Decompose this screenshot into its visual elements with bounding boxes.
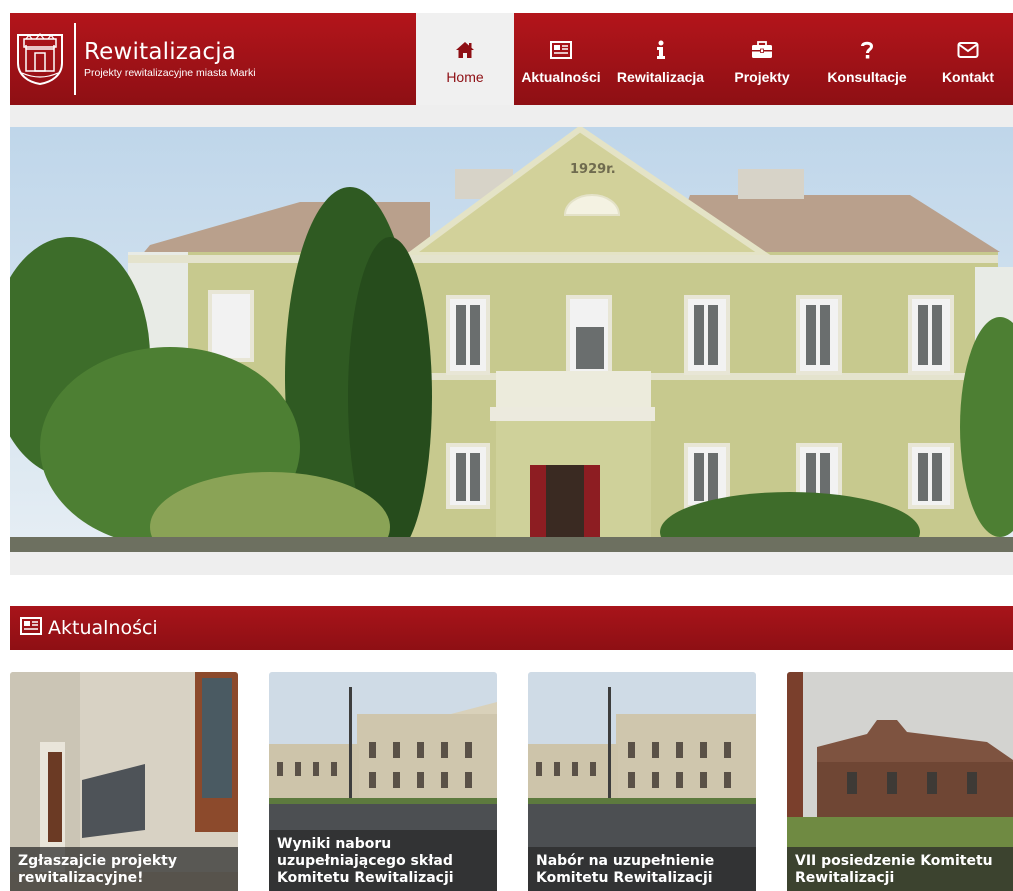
- brand-divider: [74, 23, 76, 95]
- nav-home[interactable]: Home: [416, 13, 514, 105]
- nav-home-label: Home: [446, 69, 484, 85]
- nav-projekty[interactable]: Projekty: [713, 13, 811, 105]
- nav-kontakt-label: Kontakt: [941, 69, 995, 85]
- news-card[interactable]: Zgłaszajcie projekty rewitalizacyjne!: [10, 672, 238, 891]
- envelope-icon: [957, 37, 979, 63]
- news-section-header: Aktualności: [10, 606, 1013, 650]
- nav-rewitalizacja[interactable]: Rewitalizacja: [608, 13, 713, 105]
- brand-logo-link[interactable]: Rewitalizacja Projekty rewitalizacyjne m…: [10, 13, 416, 105]
- hero-image: 1929r.: [10, 127, 1013, 552]
- news-card-title: Wyniki naboru uzupełniającego skład Komi…: [269, 830, 497, 891]
- nav-konsultacje[interactable]: Konsultacje: [811, 13, 923, 105]
- nav-aktualnosci-label: Aktualności: [521, 69, 601, 85]
- news-card[interactable]: Nabór na uzupełnienie Komitetu Rewitaliz…: [528, 672, 756, 891]
- news-section-title: Aktualności: [48, 617, 158, 639]
- building-date-text: 1929r.: [570, 162, 616, 177]
- nav-kontakt[interactable]: Kontakt: [923, 13, 1013, 105]
- city-crest-icon: [16, 33, 64, 86]
- main-nav: Home Aktualności Rewitalizacja Projekty …: [416, 13, 1013, 105]
- news-card[interactable]: VII posiedzenie Komitetu Rewitalizacji: [787, 672, 1013, 891]
- news-card[interactable]: Wyniki naboru uzupełniającego skład Komi…: [269, 672, 497, 891]
- nav-projekty-label: Projekty: [734, 69, 790, 85]
- news-card-title: VII posiedzenie Komitetu Rewitalizacji: [787, 847, 1013, 891]
- nav-konsultacje-label: Konsultacje: [827, 69, 907, 85]
- newspaper-icon: [550, 37, 572, 63]
- info-icon: [655, 37, 667, 63]
- question-icon: [860, 37, 874, 63]
- newspaper-icon: [20, 616, 42, 640]
- briefcase-icon: [751, 37, 773, 63]
- news-card-title: Nabór na uzupełnienie Komitetu Rewitaliz…: [528, 847, 756, 891]
- nav-rewitalizacja-label: Rewitalizacja: [616, 69, 705, 85]
- news-card-title: Zgłaszajcie projekty rewitalizacyjne!: [10, 847, 238, 891]
- site-header: Rewitalizacja Projekty rewitalizacyjne m…: [10, 13, 1013, 105]
- site-subtitle: Projekty rewitalizacyjne miasta Marki: [84, 67, 256, 79]
- home-icon: [455, 37, 475, 63]
- site-title: Rewitalizacja: [84, 39, 237, 65]
- nav-aktualnosci[interactable]: Aktualności: [514, 13, 608, 105]
- brand-text: Rewitalizacja Projekty rewitalizacyjne m…: [84, 38, 256, 80]
